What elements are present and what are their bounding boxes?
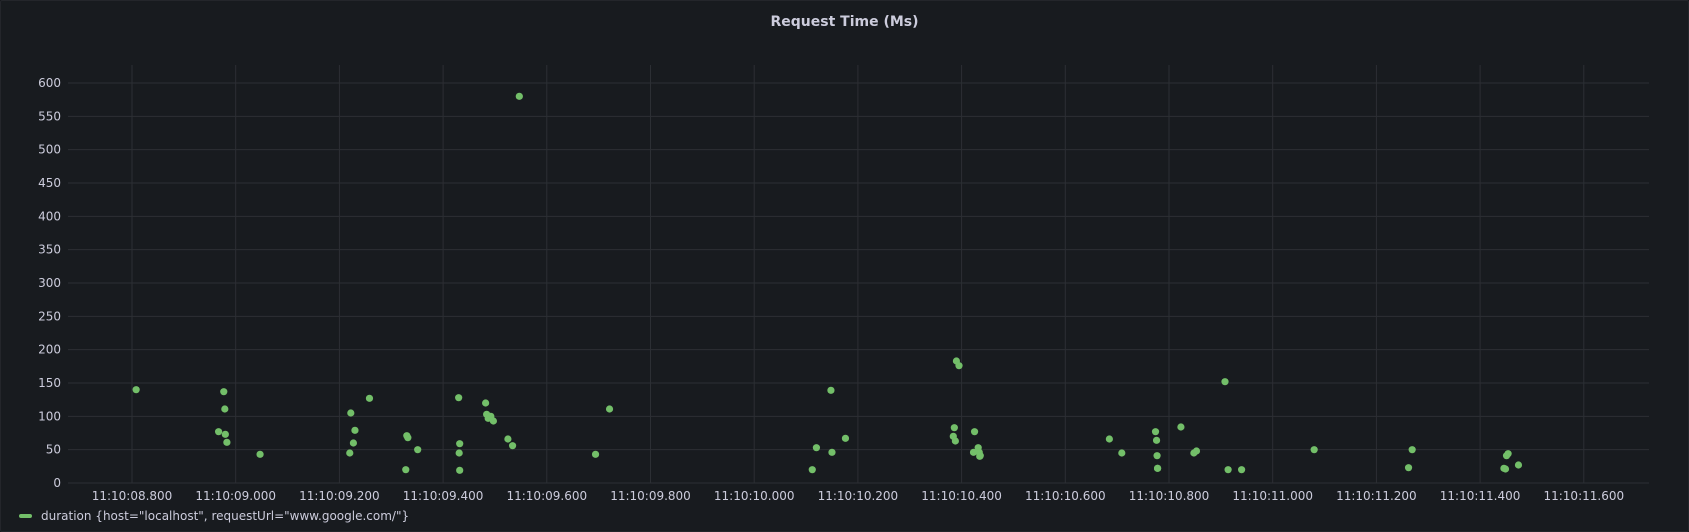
y-tick-label: 50 — [46, 443, 61, 457]
data-point[interactable] — [351, 426, 359, 434]
x-tick-label: 11:10:10.200 — [818, 489, 899, 503]
data-point[interactable] — [1404, 464, 1413, 472]
y-tick-label: 350 — [38, 243, 61, 257]
data-point[interactable] — [812, 444, 821, 452]
y-tick-label: 600 — [38, 76, 61, 90]
data-point[interactable] — [841, 434, 850, 442]
x-tick-label: 11:10:11.200 — [1336, 489, 1417, 503]
data-point[interactable] — [515, 92, 523, 100]
data-point[interactable] — [955, 362, 963, 370]
data-point[interactable] — [508, 442, 517, 450]
x-tick-label: 11:10:11.400 — [1440, 489, 1521, 503]
data-point[interactable] — [1237, 466, 1246, 474]
data-point[interactable] — [605, 405, 614, 413]
data-point[interactable] — [132, 386, 140, 394]
data-point[interactable] — [346, 449, 354, 457]
data-point[interactable] — [256, 450, 264, 458]
x-tick-label: 11:10:09.000 — [195, 489, 276, 503]
x-tick-label: 11:10:10.600 — [1025, 489, 1106, 503]
x-tick-label: 11:10:10.400 — [921, 489, 1002, 503]
x-tick-label: 11:10:09.400 — [403, 489, 484, 503]
data-point[interactable] — [414, 446, 422, 454]
x-tick-label: 11:10:09.800 — [610, 489, 691, 503]
x-tick-label: 11:10:11.600 — [1543, 489, 1624, 503]
y-tick-label: 0 — [53, 476, 61, 490]
y-tick-label: 300 — [38, 276, 61, 290]
x-tick-label: 11:10:08.800 — [92, 489, 173, 503]
data-point[interactable] — [402, 466, 410, 474]
data-point[interactable] — [349, 439, 357, 447]
data-point[interactable] — [591, 450, 600, 458]
data-point[interactable] — [1310, 446, 1318, 454]
scatter-chart: 0 50 100 150 200 250 300 350 400 450 500 550 600 11:… — [38, 65, 1649, 503]
data-point[interactable] — [456, 466, 464, 474]
data-point[interactable] — [1514, 461, 1523, 469]
data-point[interactable] — [455, 449, 463, 457]
data-point[interactable] — [455, 394, 463, 402]
data-point[interactable] — [482, 399, 490, 407]
data-point[interactable] — [970, 428, 979, 436]
x-tick-label: 11:10:10.000 — [714, 489, 795, 503]
y-tick-label: 500 — [38, 143, 61, 157]
data-point[interactable] — [1408, 446, 1416, 454]
data-point[interactable] — [504, 435, 512, 443]
data-point[interactable] — [951, 437, 959, 445]
data-point[interactable] — [1153, 452, 1161, 460]
data-point[interactable] — [1105, 435, 1113, 443]
data-point[interactable] — [828, 448, 836, 456]
data-point[interactable] — [827, 386, 835, 394]
data-point[interactable] — [456, 440, 464, 448]
x-tick-label: 11:10:09.600 — [506, 489, 587, 503]
y-tick-label: 550 — [38, 109, 61, 123]
data-point[interactable] — [1153, 464, 1162, 472]
data-point[interactable] — [489, 417, 497, 425]
y-tick-label: 400 — [38, 209, 61, 223]
y-axis: 0 50 100 150 200 250 300 350 400 450 500 550 600 — [38, 76, 61, 490]
y-tick-label: 100 — [38, 409, 61, 423]
data-point[interactable] — [1501, 465, 1510, 473]
x-axis: 11:10:08.800 11:10:09.000 11:10:09.200 11:1… — [92, 489, 1624, 503]
data-point[interactable] — [1221, 378, 1229, 386]
legend[interactable]: duration {host="localhost", requestUrl="… — [19, 509, 409, 523]
data-point[interactable] — [950, 424, 958, 432]
data-point[interactable] — [808, 466, 816, 474]
y-tick-label: 200 — [38, 343, 61, 357]
data-point[interactable] — [1224, 466, 1232, 474]
data-point[interactable] — [1118, 449, 1126, 457]
x-tick-label: 11:10:09.200 — [299, 489, 380, 503]
data-point[interactable] — [976, 452, 984, 460]
data-point[interactable] — [1152, 436, 1161, 444]
data-point[interactable] — [214, 428, 223, 436]
legend-color-swatch — [19, 514, 32, 518]
data-point[interactable] — [347, 409, 355, 417]
data-point[interactable] — [221, 430, 229, 438]
data-point[interactable] — [1151, 428, 1160, 436]
data-point[interactable] — [220, 388, 228, 396]
legend-label[interactable]: duration {host="localhost", requestUrl="… — [41, 509, 409, 523]
data-point[interactable] — [404, 434, 412, 442]
data-point[interactable] — [1504, 450, 1512, 458]
data-point[interactable] — [223, 438, 231, 446]
y-tick-label: 450 — [38, 176, 61, 190]
x-tick-label: 11:10:11.000 — [1232, 489, 1313, 503]
chart-panel: Request Time (Ms) 0 50 100 150 200 250 300 350 4… — [0, 0, 1689, 532]
y-tick-label: 250 — [38, 309, 61, 323]
data-point[interactable] — [1177, 423, 1185, 431]
grid — [68, 65, 1649, 484]
x-tick-label: 11:10:10.800 — [1129, 489, 1210, 503]
data-point[interactable] — [1192, 447, 1201, 455]
data-point[interactable] — [221, 405, 229, 413]
y-tick-label: 150 — [38, 376, 61, 390]
data-point[interactable] — [365, 394, 374, 402]
